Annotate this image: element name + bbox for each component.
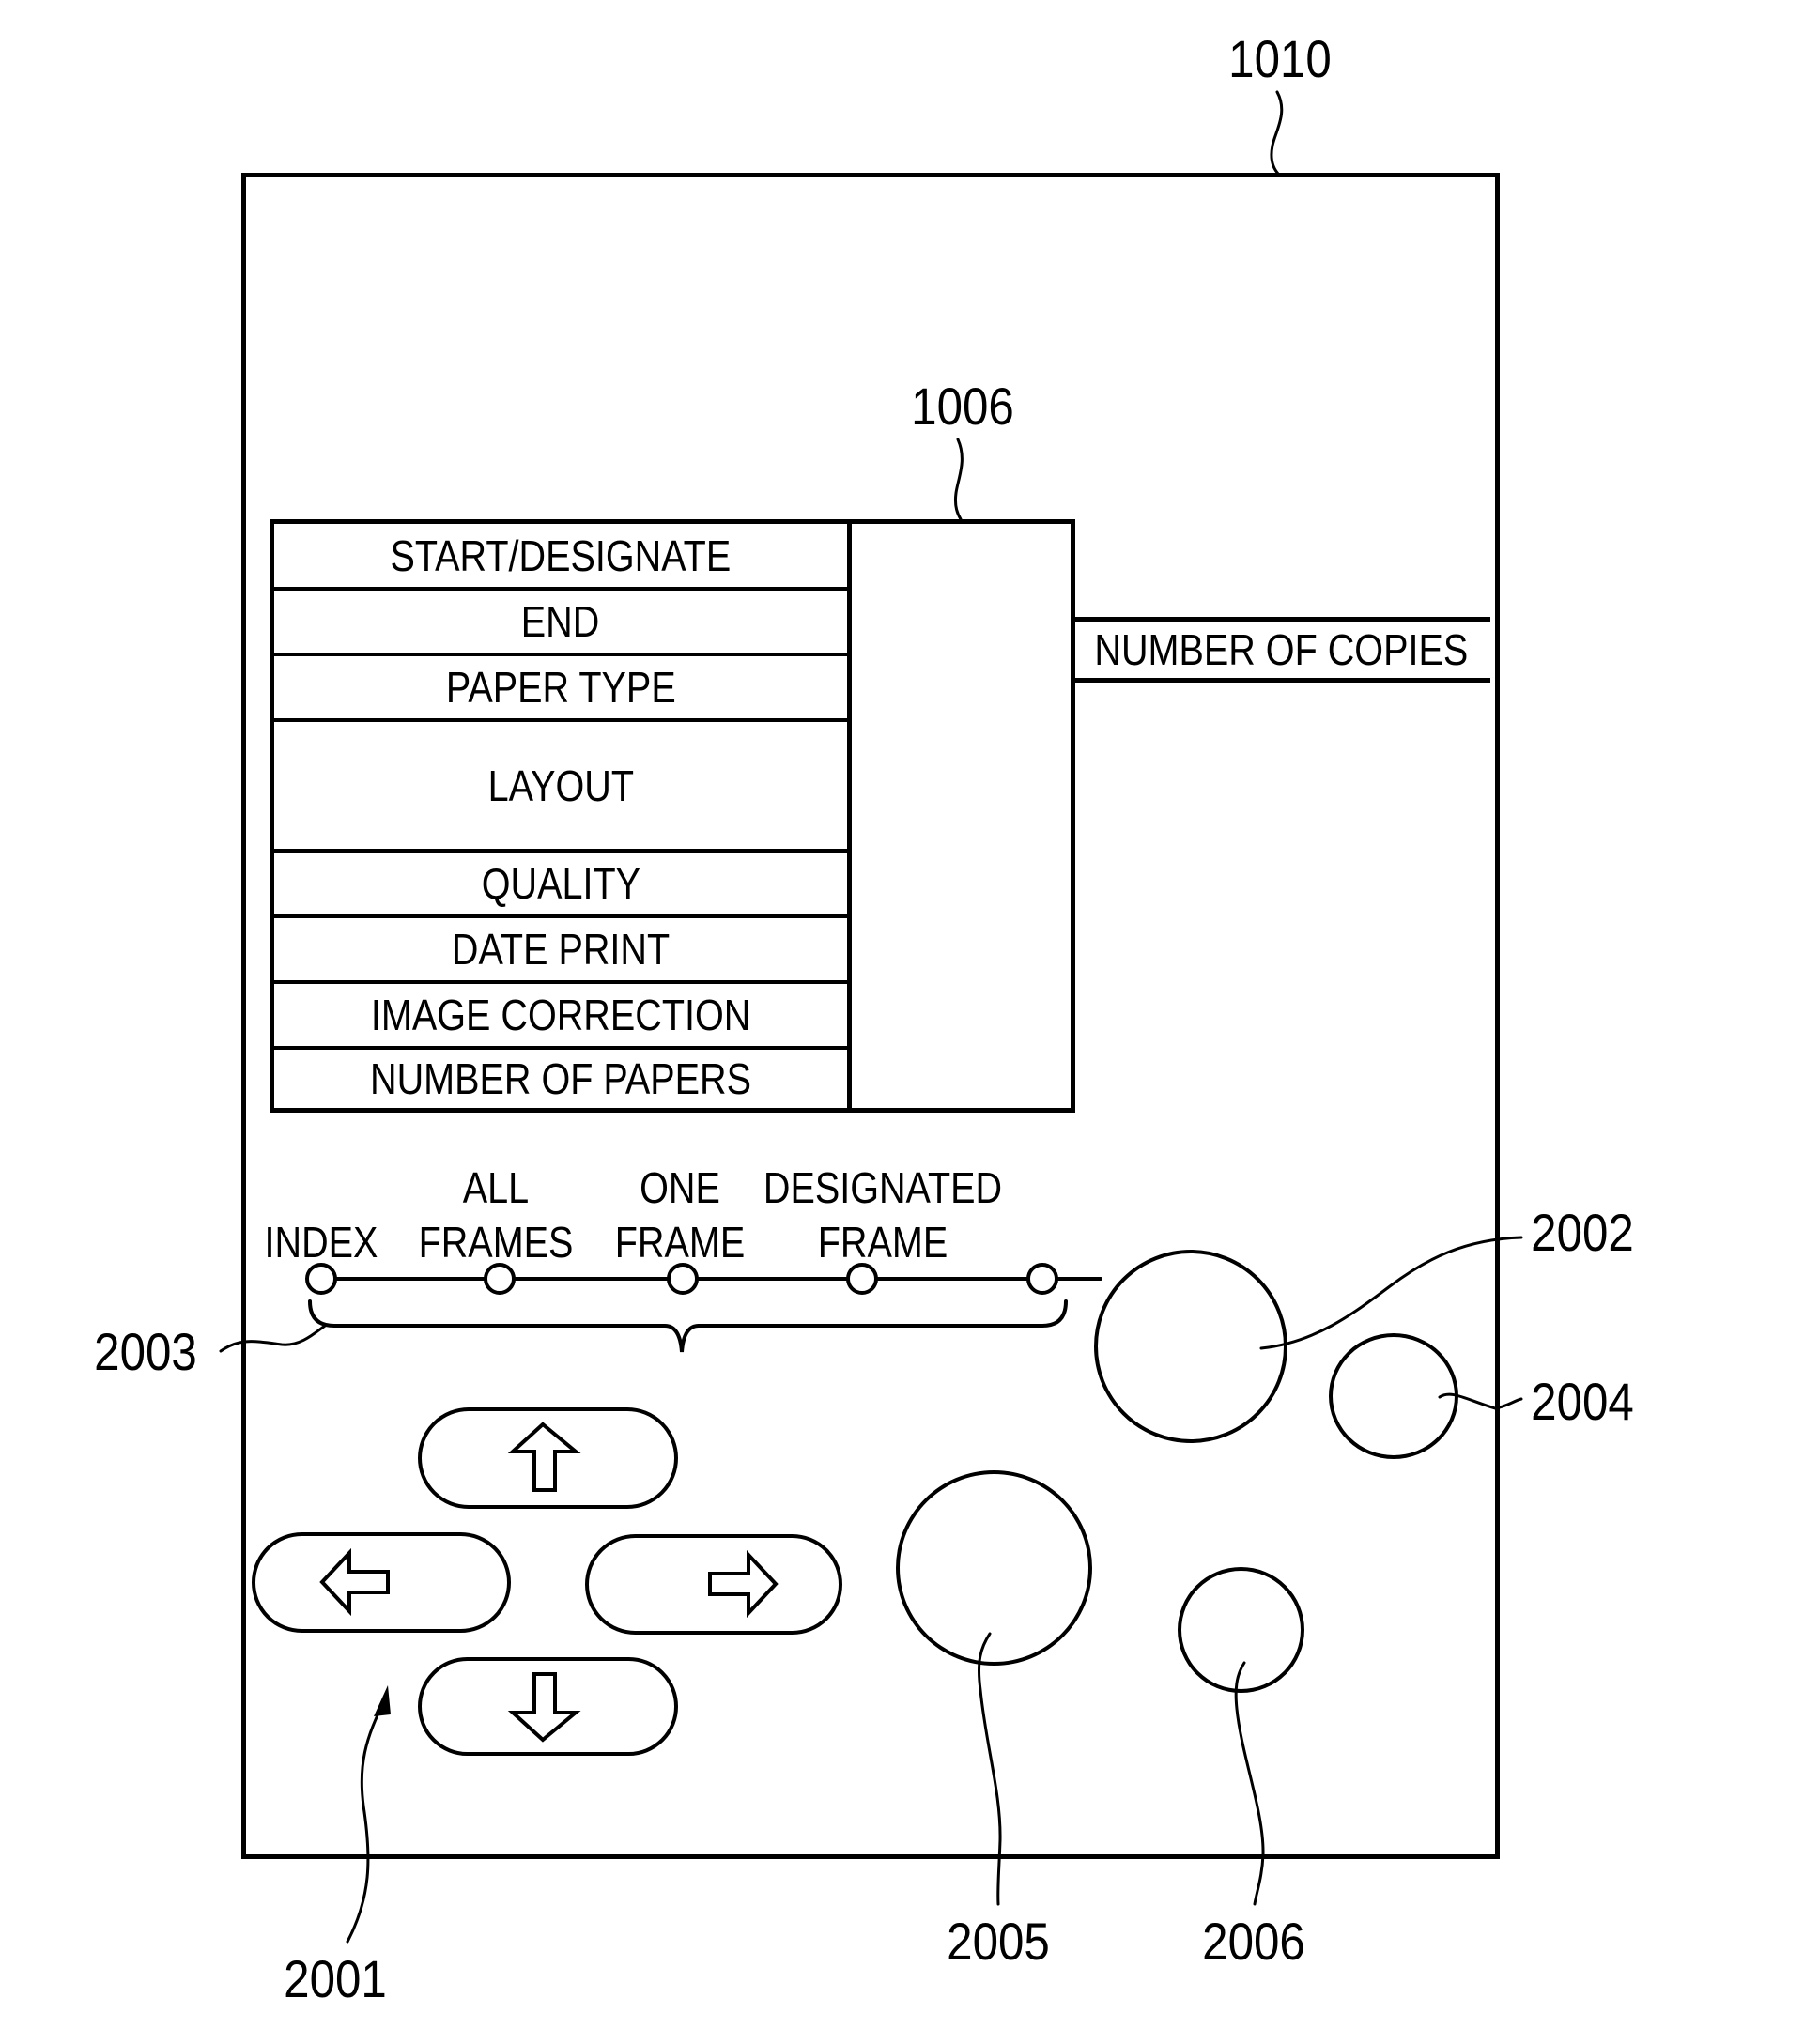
leader-2003 [219, 1324, 327, 1353]
button-2005[interactable] [896, 1470, 1092, 1666]
mode-option-designated-frame[interactable] [846, 1263, 878, 1295]
mode-option-index[interactable] [305, 1263, 337, 1295]
leader-2001 [346, 1698, 387, 1944]
cross-key-up-button[interactable] [418, 1407, 678, 1509]
leader-2001-arrowhead-icon [374, 1685, 391, 1716]
cross-key-right-button[interactable] [585, 1534, 842, 1635]
button-2002[interactable] [1094, 1250, 1287, 1443]
arrow-up-icon [507, 1422, 581, 1492]
mode-option-one-frame[interactable] [667, 1263, 699, 1295]
cross-key-left-button[interactable] [252, 1532, 511, 1633]
leader-2005 [977, 1632, 1002, 1906]
cross-key-down-button[interactable] [418, 1657, 678, 1756]
operation-panel-figure: 1010 1006 2002 2004 2003 2001 2005 2006 … [0, 0, 1804, 2044]
arrow-left-icon [319, 1547, 390, 1617]
mode-selector-brace [308, 1299, 1068, 1353]
mode-option-5[interactable] [1026, 1263, 1058, 1295]
arrow-down-icon [507, 1672, 581, 1743]
arrow-right-icon [708, 1549, 779, 1619]
button-2004[interactable] [1329, 1333, 1458, 1459]
leader-2006 [1234, 1661, 1265, 1906]
button-2006[interactable] [1178, 1567, 1304, 1693]
leader-1006 [954, 438, 964, 521]
mode-option-all-frames[interactable] [484, 1263, 516, 1295]
leader-lines-layer [219, 90, 1523, 1944]
leader-1010 [1270, 90, 1284, 177]
leader-2002 [1259, 1236, 1523, 1350]
